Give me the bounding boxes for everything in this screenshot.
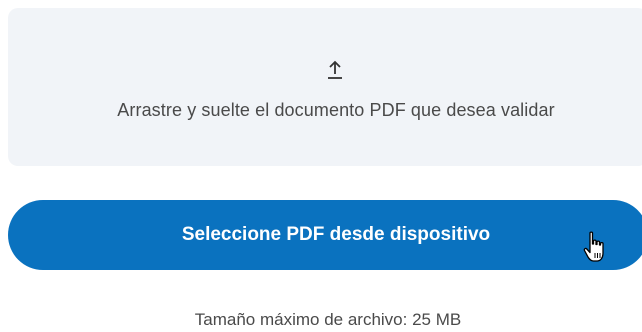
pdf-upload-panel: Arrastre y suelte el documento PDF que d… bbox=[0, 0, 642, 332]
select-pdf-button-label: Seleccione PDF desde dispositivo bbox=[181, 224, 491, 245]
dropzone-instruction: Arrastre y suelte el documento PDF que d… bbox=[117, 100, 555, 120]
max-file-size-note: Tamaño máximo de archivo: 25 MB bbox=[194, 310, 462, 329]
pdf-dropzone[interactable]: Arrastre y suelte el documento PDF que d… bbox=[8, 8, 642, 166]
hand-pointer-icon bbox=[583, 231, 604, 262]
select-pdf-button[interactable]: Seleccione PDF desde dispositivo bbox=[8, 200, 642, 270]
upload-arrow-icon bbox=[328, 60, 342, 79]
